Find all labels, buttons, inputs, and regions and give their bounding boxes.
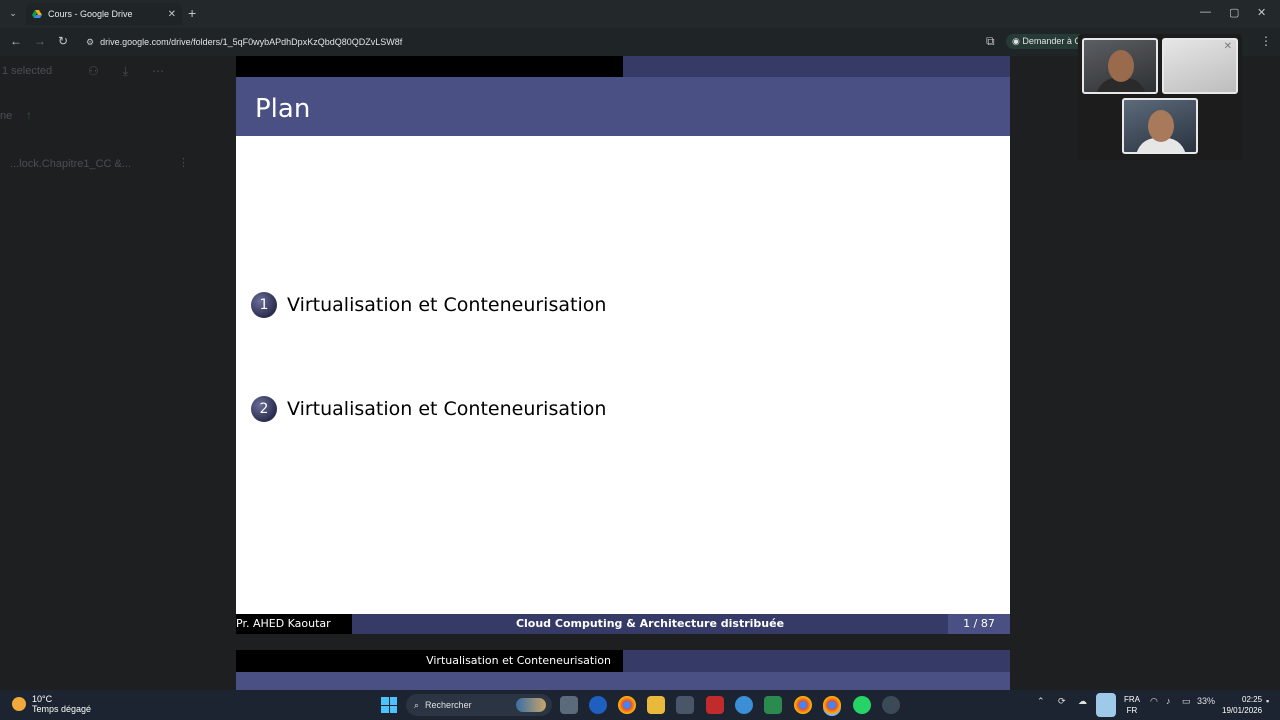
tray-chevron-icon[interactable]: ⌃ (1037, 696, 1045, 707)
slide-top-left-band (236, 56, 623, 77)
language-indicator[interactable]: FRA FR (1124, 694, 1140, 716)
site-info-icon[interactable]: ⚙ (86, 37, 94, 48)
download-icon[interactable]: ⤓ (123, 64, 152, 78)
whatsapp-icon[interactable] (853, 696, 871, 714)
footer-page-number: 1 / 87 (948, 614, 1010, 634)
python-icon[interactable] (735, 696, 753, 714)
chrome-profile-icon[interactable] (794, 696, 812, 714)
participant-face (1108, 50, 1134, 82)
slide-body: 1 Virtualisation et Conteneurisation 2 V… (236, 136, 1010, 614)
drive-background-panel: 1 selected ⚇⤓⋯ ne ↑ ...lock.Chapitre1_CC… (0, 56, 236, 690)
section-label: Virtualisation et Conteneurisation (287, 294, 607, 316)
temperature: 10°C (32, 694, 53, 704)
slide2-header (236, 672, 1010, 690)
battery-icon[interactable]: ▭ (1182, 696, 1191, 707)
ask-gemini-button[interactable]: ◉ Demander à C (1006, 34, 1087, 49)
app-icon[interactable] (882, 696, 900, 714)
participant-video[interactable]: ✕ (1162, 38, 1238, 94)
ask-gemini-label: Demander à C (1022, 36, 1081, 46)
section-item[interactable]: 1 Virtualisation et Conteneurisation (251, 292, 606, 318)
battery-percent: 33% (1197, 696, 1216, 706)
mcafee-icon[interactable] (706, 696, 724, 714)
weather-condition: Temps dégagé (32, 704, 92, 714)
participant-video[interactable] (1122, 98, 1198, 154)
selection-actions: ⚇⤓⋯ (88, 64, 188, 79)
hp-icon[interactable] (589, 696, 607, 714)
section-label: Virtualisation et Conteneurisation (287, 398, 607, 420)
section-number: 1 (251, 292, 277, 318)
sort-arrow-icon[interactable]: ↑ (26, 108, 32, 122)
slide2-top-band: Virtualisation et Conteneurisation (236, 650, 1010, 672)
address-bar[interactable]: ⚙ drive.google.com/drive/folders/1_5qF0w… (80, 31, 1080, 53)
page-gap (236, 634, 1010, 650)
slide2-section-title: Virtualisation et Conteneurisation (236, 650, 623, 672)
maximize-icon[interactable]: ▢ (1229, 6, 1239, 19)
slide-header: Plan (236, 77, 1010, 136)
language-code: FRA (1124, 695, 1140, 704)
slide-footer: Pr. AHED Kaoutar Cloud Computing & Archi… (236, 614, 1010, 634)
volume-icon[interactable]: ♪ (1166, 696, 1171, 706)
folder-name-partial: ne (0, 110, 13, 122)
slide-title: Plan (255, 94, 311, 124)
file-menu-icon[interactable]: ⋮ (178, 156, 189, 169)
close-window-icon[interactable]: ✕ (1257, 6, 1266, 19)
browser-tab[interactable]: Cours - Google Drive ✕ (26, 3, 182, 25)
back-icon[interactable]: ← (10, 34, 22, 48)
search-placeholder: Rechercher (425, 700, 472, 710)
reload-icon[interactable]: ↻ (58, 34, 68, 48)
slide-top-band (236, 56, 1010, 77)
search-icon: ⌕ (414, 699, 420, 710)
video-call-overlay[interactable]: ✕ (1078, 34, 1242, 160)
tab-title: Cours - Google Drive (48, 9, 133, 19)
more-actions-icon[interactable]: ⋯ (152, 64, 188, 78)
file-name[interactable]: ...lock.Chapitre1_CC &... (10, 158, 131, 170)
browser-menu-icon[interactable]: ⋮ (1260, 34, 1272, 48)
section-item[interactable]: 2 Virtualisation et Conteneurisation (251, 396, 606, 422)
windows-start-icon[interactable] (381, 697, 397, 713)
gemini-icon: ◉ (1012, 36, 1023, 46)
google-drive-icon (32, 9, 42, 19)
clock-time: 02:25 (1242, 695, 1263, 704)
install-app-icon[interactable]: ⧉ (986, 34, 995, 49)
taskbar-search[interactable]: ⌕ Rechercher (406, 694, 552, 716)
url-text: drive.google.com/drive/folders/1_5qF0wyb… (100, 37, 403, 47)
onedrive-icon[interactable]: ☁ (1078, 696, 1087, 707)
footer-course: Cloud Computing & Architecture distribué… (352, 614, 948, 634)
notification-icon[interactable]: ▪ (1266, 696, 1269, 706)
keyboard-layout: FR (1126, 706, 1138, 715)
selection-count: 1 selected (2, 65, 53, 77)
chrome-icon[interactable] (618, 696, 636, 714)
tray-app-icon[interactable]: ⟳ (1058, 696, 1066, 707)
weather-moon-icon (12, 697, 26, 711)
windows-taskbar: 10°C Temps dégagé ⌕ Rechercher ⌃ ⟳ ☁ FRA… (0, 690, 1280, 720)
microphone-icon[interactable] (1096, 693, 1116, 717)
minimize-icon[interactable]: — (1200, 6, 1211, 18)
app-icon[interactable] (764, 696, 782, 714)
chrome-active-icon[interactable] (823, 696, 841, 714)
clock[interactable]: 02:25 19/01/2026 (1222, 694, 1262, 716)
new-tab-button[interactable]: + (188, 5, 196, 21)
slide-top-right-band (623, 56, 1010, 77)
participant-face (1148, 110, 1174, 142)
participant-video[interactable] (1082, 38, 1158, 94)
weather-widget[interactable]: 10°C Temps dégagé (12, 694, 91, 714)
slide2-top-right-band (623, 650, 1010, 672)
search-highlight-icon (516, 698, 546, 712)
tab-search-icon[interactable]: ⌄ (6, 6, 20, 20)
browser-titlebar: ⌄ Cours - Google Drive ✕ + — ▢ ✕ (0, 0, 1280, 28)
clock-date: 19/01/2026 (1222, 706, 1263, 715)
footer-author: Pr. AHED Kaoutar (236, 614, 352, 634)
file-explorer-icon[interactable] (647, 696, 665, 714)
section-number: 2 (251, 396, 277, 422)
wifi-icon[interactable]: ◠ (1150, 696, 1158, 707)
task-view-icon[interactable] (560, 696, 578, 714)
calculator-icon[interactable] (676, 696, 694, 714)
forward-icon[interactable]: → (34, 34, 46, 48)
share-icon[interactable]: ⚇ (88, 64, 123, 78)
close-call-icon[interactable]: ✕ (1224, 41, 1232, 52)
close-tab-icon[interactable]: ✕ (168, 9, 176, 20)
